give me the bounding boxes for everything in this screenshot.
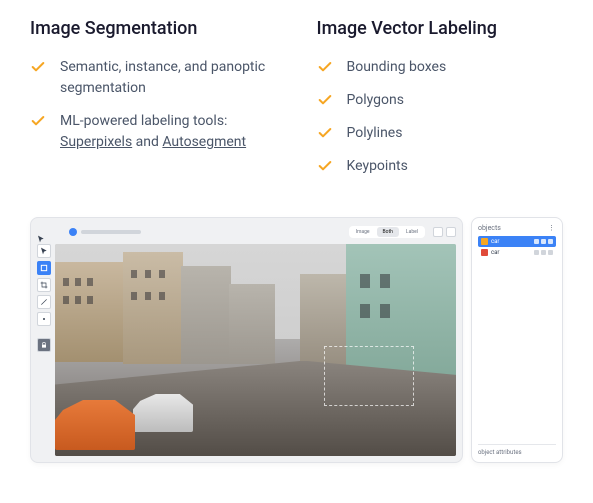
pointer-icon bbox=[37, 228, 45, 236]
feature-text: Keypoints bbox=[347, 156, 408, 177]
brush-size-slider[interactable] bbox=[81, 230, 141, 234]
column-vector-labeling: Image Vector Labeling Bounding boxes Pol… bbox=[317, 18, 564, 189]
toolbar-right-controls bbox=[433, 227, 456, 237]
select-tool[interactable] bbox=[37, 244, 51, 258]
undo-button[interactable] bbox=[433, 227, 443, 237]
scene-building bbox=[55, 262, 125, 362]
color-swatch bbox=[481, 249, 488, 256]
feature-item: Polylines bbox=[317, 123, 564, 144]
column-image-segmentation: Image Segmentation Semantic, instance, a… bbox=[30, 18, 277, 189]
editor-window: Image Both Label bbox=[30, 217, 463, 463]
tab-image[interactable]: Image bbox=[350, 227, 376, 237]
objects-panel-header: objects ⋮ bbox=[478, 224, 556, 232]
color-swatch bbox=[481, 238, 488, 245]
objects-panel: objects ⋮ car car object attributes bbox=[471, 217, 563, 463]
crop-tool[interactable] bbox=[37, 278, 51, 292]
tab-both[interactable]: Both bbox=[377, 227, 399, 237]
feature-item: Semantic, instance, and panoptic segment… bbox=[30, 57, 277, 99]
point-tool[interactable] bbox=[37, 312, 51, 326]
selection-outline[interactable] bbox=[324, 346, 414, 406]
feature-text: Polylines bbox=[347, 123, 403, 144]
feature-text: ML-powered labeling tools: Superpixels a… bbox=[60, 111, 277, 153]
redo-button[interactable] bbox=[446, 227, 456, 237]
feature-list-left: Semantic, instance, and panoptic segment… bbox=[30, 57, 277, 153]
checkmark-icon bbox=[317, 125, 333, 141]
scene-building bbox=[123, 252, 183, 364]
heading-segmentation: Image Segmentation bbox=[30, 18, 277, 39]
rectangle-tool[interactable] bbox=[37, 261, 51, 275]
checkmark-icon bbox=[317, 59, 333, 75]
checkmark-icon bbox=[30, 113, 46, 129]
feature-columns: Image Segmentation Semantic, instance, a… bbox=[30, 18, 563, 189]
feature-text: Semantic, instance, and panoptic segment… bbox=[60, 57, 277, 99]
brush-size-dot[interactable] bbox=[69, 228, 77, 236]
feature-text: Polygons bbox=[347, 90, 404, 111]
object-label: car bbox=[491, 249, 499, 256]
link-autosegment[interactable]: Autosegment bbox=[162, 134, 246, 150]
object-row[interactable]: car bbox=[478, 247, 556, 258]
line-tool[interactable] bbox=[37, 295, 51, 309]
feature-item: Keypoints bbox=[317, 156, 564, 177]
heading-vector: Image Vector Labeling bbox=[317, 18, 564, 39]
checkmark-icon bbox=[317, 92, 333, 108]
feature-item: ML-powered labeling tools: Superpixels a… bbox=[30, 111, 277, 153]
checkmark-icon bbox=[317, 158, 333, 174]
workspace bbox=[37, 244, 456, 456]
object-row[interactable]: car bbox=[478, 236, 556, 247]
feature-item: Bounding boxes bbox=[317, 57, 564, 78]
object-row-controls[interactable] bbox=[534, 250, 553, 255]
view-tab-group: Image Both Label bbox=[349, 226, 425, 238]
link-superpixels[interactable]: Superpixels bbox=[60, 134, 132, 150]
annotation-app-preview: Image Both Label bbox=[30, 217, 563, 463]
object-label: car bbox=[491, 238, 499, 245]
lock-tool[interactable] bbox=[37, 338, 51, 352]
scene-building bbox=[229, 284, 275, 364]
feature-text: Bounding boxes bbox=[347, 57, 447, 78]
feature-item: Polygons bbox=[317, 90, 564, 111]
objects-panel-title: objects bbox=[478, 224, 501, 232]
image-canvas[interactable] bbox=[55, 244, 456, 456]
checkmark-icon bbox=[30, 59, 46, 75]
left-tool-palette bbox=[37, 244, 51, 456]
more-icon[interactable]: ⋮ bbox=[548, 224, 556, 232]
feature-list-right: Bounding boxes Polygons Polylines Keypoi… bbox=[317, 57, 564, 177]
top-toolbar: Image Both Label bbox=[37, 224, 456, 240]
tab-label[interactable]: Label bbox=[400, 227, 424, 237]
object-row-controls[interactable] bbox=[534, 239, 553, 244]
object-attributes-section: object attributes bbox=[478, 444, 556, 456]
scene-building bbox=[181, 266, 231, 364]
